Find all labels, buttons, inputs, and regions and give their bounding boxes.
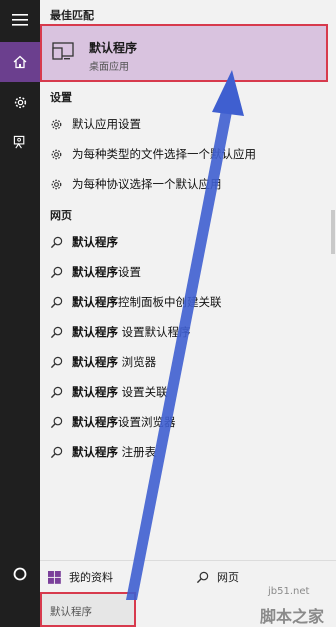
best-match-subtitle: 桌面应用 [89,62,129,73]
query-match: 默认程序 [72,295,118,309]
results-panel: 最佳匹配 默认程序 桌面应用 设置 默认应用设置 为每种类型的文件选择一个默认应… [40,0,336,627]
search-icon [50,446,62,458]
gear-icon [14,96,26,108]
gear-icon [51,119,61,129]
search-icon [50,326,62,338]
web-suggestion-item[interactable]: 默认程序 [40,227,320,257]
suggestion-rest: 设置默认程序 [118,325,191,339]
query-match: 默认程序 [72,235,118,249]
search-icon [50,386,62,398]
windows-logo-icon [48,570,61,584]
my-stuff-button[interactable]: 我的资料 [48,561,113,593]
best-match-title: 默认程序 [89,41,138,55]
left-rail [0,0,40,627]
settings-button[interactable] [0,82,40,122]
search-input[interactable]: 默认程序 [40,592,136,627]
web-search-button[interactable]: 网页 [196,561,239,593]
home-icon [13,55,27,69]
search-icon [50,236,62,248]
search-icon [50,356,62,368]
query-match: 默认程序 [72,355,118,369]
query-match: 默认程序 [72,265,118,279]
gear-icon [51,149,61,159]
cortana-circle-icon [13,567,27,581]
search-icon [50,266,62,278]
search-icon [50,416,62,428]
search-icon [50,296,62,308]
best-match-heading: 最佳匹配 [50,9,94,22]
feedback-icon [13,135,24,148]
web-suggestion-item[interactable]: 默认程序 浏览器 [40,347,320,377]
search-query: 默认程序 [50,606,92,618]
suggestion-rest: 设置浏览器 [118,415,176,429]
web-search-label: 网页 [217,571,239,584]
query-match: 默认程序 [72,445,118,459]
gear-icon [51,179,61,189]
settings-item-label: 为每种协议选择一个默认应用 [72,177,222,191]
watermark-name: 脚本之家 [260,607,325,626]
home-button[interactable] [0,42,40,82]
web-suggestion-item[interactable]: 默认程序控制面板中创建关联 [40,287,320,317]
web-suggestion-item[interactable]: 默认程序 设置默认程序 [40,317,320,347]
search-icon [196,571,209,583]
cortana-button[interactable] [0,554,40,594]
feedback-button[interactable] [0,122,40,162]
scrollbar[interactable] [331,210,335,254]
web-suggestion-item[interactable]: 默认程序 注册表 [40,437,320,467]
web-suggestion-item[interactable]: 默认程序设置 [40,257,320,287]
settings-item[interactable]: 为每种类型的文件选择一个默认应用 [40,139,320,169]
web-heading: 网页 [50,209,72,222]
query-match: 默认程序 [72,385,118,399]
settings-item[interactable]: 为每种协议选择一个默认应用 [40,169,320,199]
settings-item-label: 默认应用设置 [72,117,141,131]
suggestion-rest: 注册表 [118,445,157,459]
settings-item[interactable]: 默认应用设置 [40,109,320,139]
query-match: 默认程序 [72,415,118,429]
web-suggestion-item[interactable]: 默认程序 设置关联 [40,377,320,407]
watermark-url: jb51.net [268,586,310,597]
suggestion-rest: 设置关联 [118,385,168,399]
query-match: 默认程序 [72,325,118,339]
hamburger-menu-button[interactable] [0,0,40,40]
settings-item-label: 为每种类型的文件选择一个默认应用 [72,147,256,161]
my-stuff-label: 我的资料 [69,571,113,584]
suggestion-rest: 浏览器 [118,355,157,369]
suggestion-rest: 控制面板中创建关联 [118,295,222,309]
desktop-app-icon [52,42,74,60]
web-suggestion-item[interactable]: 默认程序设置浏览器 [40,407,320,437]
hamburger-icon [12,14,28,26]
settings-heading: 设置 [50,91,72,104]
best-match-item[interactable]: 默认程序 桌面应用 [40,24,328,82]
suggestion-rest: 设置 [118,265,141,279]
